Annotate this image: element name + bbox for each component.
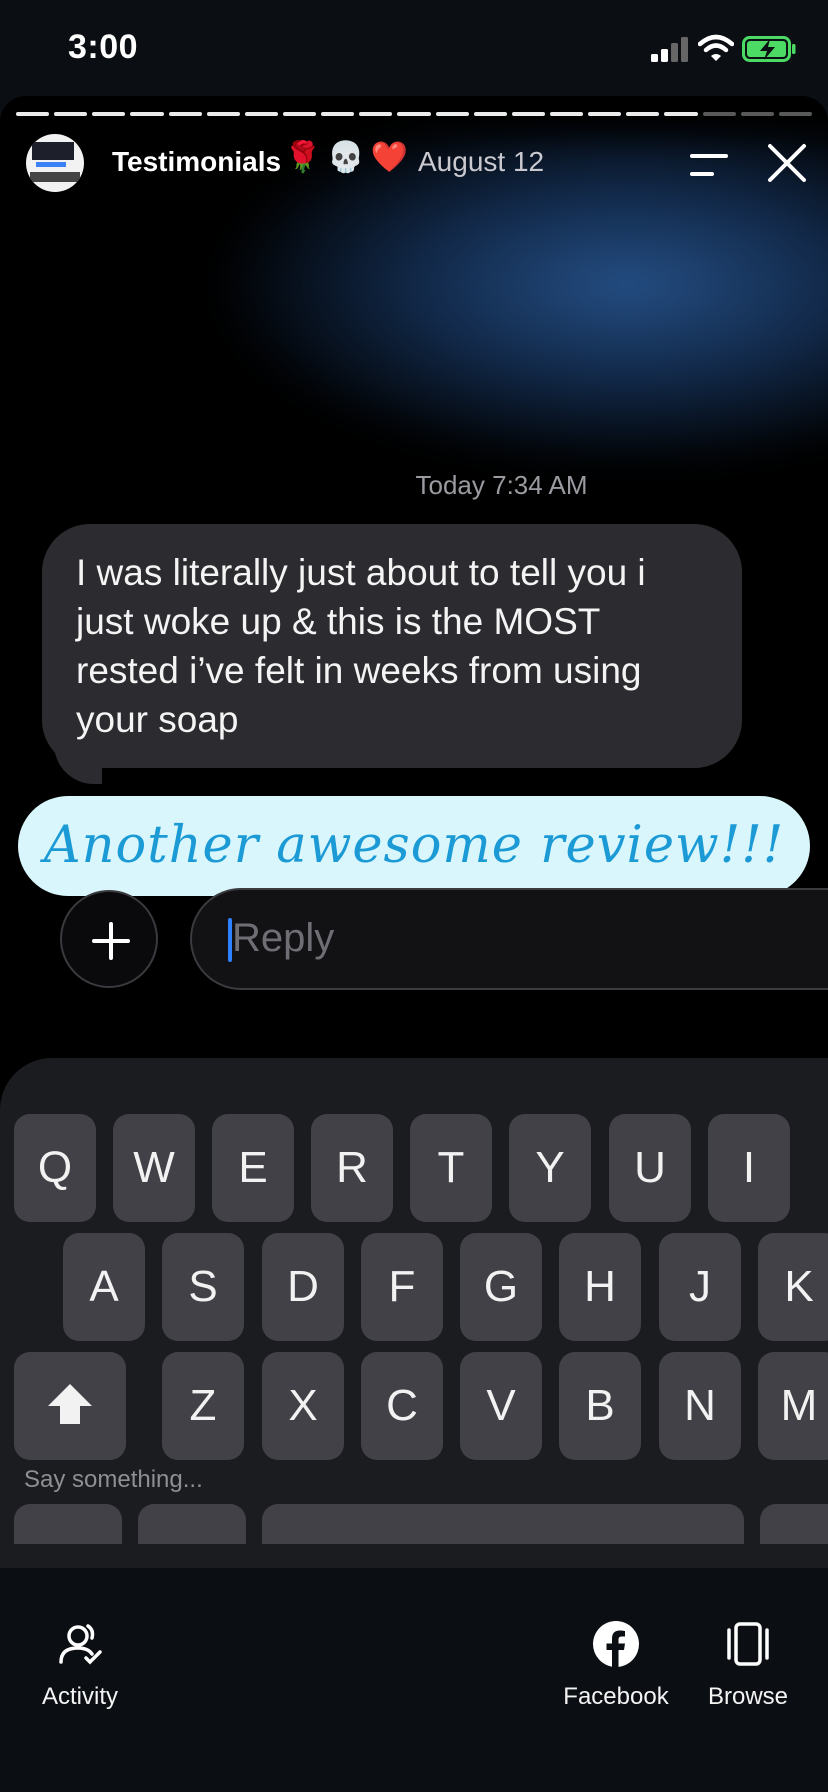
- key-m[interactable]: M: [758, 1352, 828, 1460]
- activity-icon: [59, 1624, 102, 1665]
- story-account-name[interactable]: Testimonials: [112, 146, 281, 178]
- review-banner: Another awesome review!!!: [18, 796, 810, 896]
- story-progress-bar: [16, 112, 812, 116]
- progress-segment: [244, 112, 278, 116]
- progress-segment: [168, 112, 202, 116]
- key-n[interactable]: N: [659, 1352, 741, 1460]
- status-bar: 3:00: [0, 0, 828, 96]
- progress-segment: [664, 112, 698, 116]
- progress-segment: [626, 112, 660, 116]
- bottom-navigation: Activity Facebook Browse: [0, 1568, 828, 1792]
- progress-segment: [54, 112, 88, 116]
- status-time: 3:00: [68, 28, 139, 66]
- menu-icon[interactable]: [686, 152, 730, 178]
- progress-segment: [549, 112, 584, 116]
- key-a[interactable]: A: [63, 1233, 145, 1341]
- nav-activity-label: Activity: [41, 1683, 118, 1710]
- story-date: August 12: [418, 146, 545, 177]
- emoji-key[interactable]: [14, 1504, 122, 1544]
- progress-segment: [130, 112, 164, 116]
- key-f[interactable]: F: [361, 1233, 443, 1341]
- browse-icon: [727, 1622, 769, 1666]
- add-button[interactable]: [60, 890, 158, 988]
- close-icon[interactable]: [766, 142, 808, 184]
- progress-segment: [206, 112, 240, 116]
- progress-segment: [473, 112, 507, 116]
- key-h[interactable]: H: [559, 1233, 641, 1341]
- key-c[interactable]: C: [361, 1352, 443, 1460]
- shift-arrow-icon: [48, 1384, 92, 1424]
- title-emojis: 🌹 💀 ❤️: [284, 140, 408, 175]
- progress-segment: [511, 112, 545, 116]
- nav-browse-label: Browse: [707, 1683, 789, 1710]
- story-viewer: Testimonials 🌹 💀 ❤️ August 12 Today 7:34…: [0, 96, 828, 1568]
- key-d[interactable]: D: [262, 1233, 344, 1341]
- key-t[interactable]: T: [410, 1114, 492, 1222]
- progress-segment: [92, 112, 126, 116]
- key-b[interactable]: B: [559, 1352, 641, 1460]
- key-i[interactable]: I: [708, 1114, 790, 1222]
- keyboard: Q W E R T Y U I A S D F G H J K Z X C V …: [0, 1058, 828, 1568]
- key-w[interactable]: W: [113, 1114, 195, 1222]
- account-avatar[interactable]: [26, 134, 84, 192]
- key-v[interactable]: V: [460, 1352, 542, 1460]
- background-blur: [220, 136, 828, 466]
- nav-activity[interactable]: Activity: [34, 1620, 126, 1711]
- wifi-icon: [698, 34, 734, 61]
- say-something-hint: Say something...: [24, 1466, 203, 1493]
- facebook-icon: [593, 1621, 639, 1667]
- progress-segment: [16, 112, 50, 116]
- key-k[interactable]: K: [758, 1233, 828, 1341]
- progress-segment: [321, 112, 355, 116]
- key-y[interactable]: Y: [509, 1114, 591, 1222]
- progress-segment: [588, 112, 622, 116]
- nav-browse[interactable]: Browse: [700, 1620, 796, 1711]
- rose-emoji: 🌹: [284, 141, 322, 174]
- return-key[interactable]: [760, 1504, 828, 1544]
- key-e[interactable]: E: [212, 1114, 294, 1222]
- key-x[interactable]: X: [262, 1352, 344, 1460]
- shift-key[interactable]: [14, 1352, 126, 1460]
- cellular-signal-icon: [651, 37, 688, 62]
- key-s[interactable]: S: [162, 1233, 244, 1341]
- progress-segment: [282, 112, 317, 116]
- nav-facebook-label: Facebook: [563, 1683, 669, 1710]
- plus-icon: [92, 922, 130, 960]
- progress-segment: [397, 112, 431, 116]
- progress-segment: [740, 112, 774, 116]
- mic-key[interactable]: [138, 1504, 246, 1544]
- key-r[interactable]: R: [311, 1114, 393, 1222]
- message-bubble: I was literally just about to tell you i…: [42, 524, 742, 768]
- key-q[interactable]: Q: [14, 1114, 96, 1222]
- progress-segment: [435, 112, 469, 116]
- nav-facebook[interactable]: Facebook: [560, 1620, 672, 1711]
- message-timestamp: Today 7:34 AM: [415, 470, 588, 500]
- reply-input[interactable]: [232, 916, 828, 961]
- space-key[interactable]: [262, 1504, 744, 1544]
- heart-emoji: ❤️: [370, 141, 409, 174]
- progress-segment: [778, 112, 812, 116]
- message-text: I was literally just about to tell you i…: [76, 552, 646, 740]
- battery-charging-icon: [742, 36, 796, 62]
- key-u[interactable]: U: [609, 1114, 691, 1222]
- key-g[interactable]: G: [460, 1233, 542, 1341]
- skull-emoji: 💀: [327, 141, 365, 174]
- key-z[interactable]: Z: [162, 1352, 244, 1460]
- progress-segment: [359, 112, 393, 116]
- progress-segment: [702, 112, 736, 116]
- key-j[interactable]: J: [659, 1233, 741, 1341]
- reply-field[interactable]: [190, 888, 828, 990]
